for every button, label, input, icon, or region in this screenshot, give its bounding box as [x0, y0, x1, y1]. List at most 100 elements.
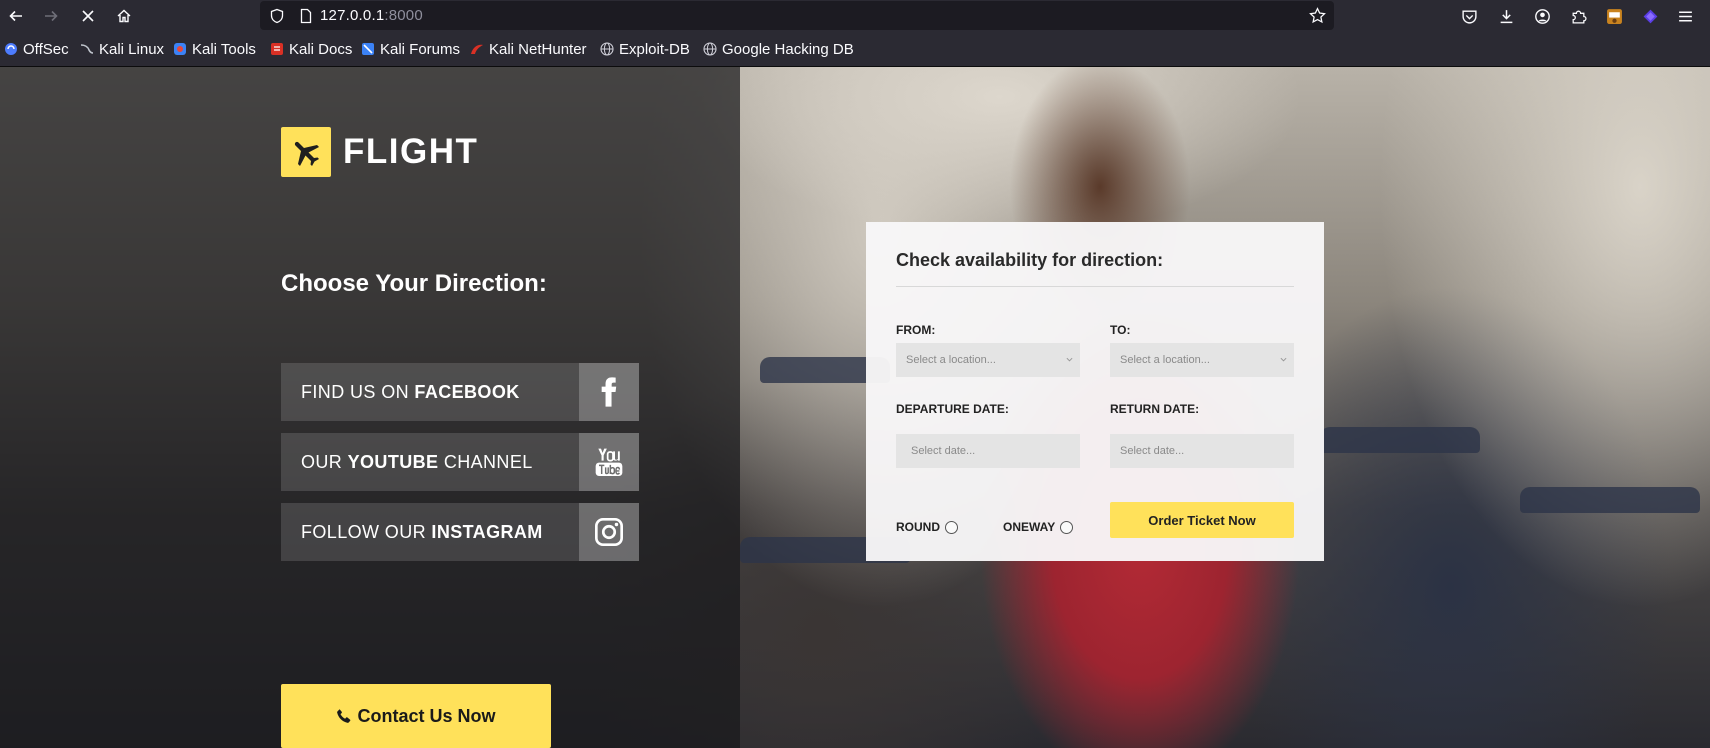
date-placeholder: Select date...: [911, 445, 976, 457]
round-label: ROUND: [896, 520, 940, 534]
return-date-label: RETURN DATE:: [1110, 402, 1200, 416]
youtube-icon-box: [579, 433, 639, 491]
soc-extension-icon: [1606, 8, 1622, 24]
bookmark-exploit-db[interactable]: Exploit-DB: [600, 40, 690, 58]
forward-button[interactable]: [39, 4, 63, 28]
bookmark-star-icon[interactable]: [1309, 7, 1326, 24]
soc-extension-button[interactable]: [1603, 5, 1625, 27]
bookmark-label: Kali Linux: [99, 40, 165, 58]
date-placeholder: Select date...: [1120, 445, 1185, 457]
bookmark-label: Kali Forums: [380, 40, 461, 58]
hamburger-menu-icon: [1678, 10, 1692, 22]
pocket-button[interactable]: [1458, 5, 1480, 27]
kali-tools-icon: [174, 43, 186, 55]
background-seat: [1520, 487, 1700, 513]
bookmark-google-hacking-db[interactable]: Google Hacking DB: [703, 40, 854, 58]
bookmark-label: OffSec: [23, 40, 69, 58]
bookmark-offsec[interactable]: OffSec: [4, 40, 69, 58]
bookmark-kali-docs[interactable]: Kali Docs: [270, 40, 352, 58]
browser-toolbar: 127.0.0.1:8000: [0, 0, 1710, 31]
account-button[interactable]: [1531, 5, 1553, 27]
pocket-icon: [1461, 9, 1477, 24]
contact-button-label: Contact Us Now: [357, 705, 496, 726]
return-date-input[interactable]: Select date...: [1110, 434, 1294, 468]
airplane-icon: [294, 141, 320, 167]
bookmark-kali-nethunter[interactable]: Kali NetHunter: [470, 40, 587, 58]
shield-icon[interactable]: [269, 8, 285, 24]
purple-extension-button[interactable]: [1639, 5, 1661, 27]
facebook-link[interactable]: FIND US ON FACEBOOK: [281, 363, 639, 421]
to-label: TO:: [1110, 323, 1131, 337]
instagram-link[interactable]: FOLLOW OUR INSTAGRAM: [281, 503, 639, 561]
kali-forums-icon: [362, 43, 374, 55]
arrow-left-icon: [9, 10, 22, 22]
close-icon: [82, 10, 94, 22]
chevron-down-icon: [1280, 357, 1287, 362]
youtube-link[interactable]: OUR YOUTUBE CHANNEL: [281, 433, 639, 491]
home-icon: [117, 9, 131, 23]
availability-form: Check availability for direction: FROM: …: [866, 222, 1324, 561]
oneway-label: ONEWAY: [1003, 520, 1056, 534]
extensions-button[interactable]: [1567, 5, 1589, 27]
nethunter-icon: [471, 44, 483, 54]
facebook-icon: [601, 377, 617, 407]
departure-date-input[interactable]: Select date...: [896, 434, 1080, 468]
globe-icon: [703, 42, 717, 56]
hero-section: FLIGHT Choose Your Direction: FIND US ON…: [0, 67, 1710, 748]
form-title: Check availability for direction:: [896, 250, 1164, 270]
to-location-select[interactable]: Select a location...: [1110, 343, 1294, 377]
facebook-link-text: FIND US ON FACEBOOK: [281, 363, 579, 421]
stop-loading-button[interactable]: [76, 4, 100, 28]
url-port: :8000: [384, 7, 423, 24]
round-trip-option[interactable]: ROUND: [896, 520, 958, 534]
phone-icon: [337, 709, 351, 723]
page-info-icon[interactable]: [298, 8, 314, 24]
extension-gem-icon: [1643, 9, 1657, 23]
bookmark-label: Kali Docs: [289, 40, 353, 58]
url-bar[interactable]: 127.0.0.1:8000: [260, 1, 1334, 30]
chevron-down-icon: [1066, 357, 1073, 362]
order-ticket-button[interactable]: Order Ticket Now: [1110, 502, 1294, 538]
link-text-suffix: CHANNEL: [443, 451, 533, 472]
site-logo[interactable]: FLIGHT: [281, 127, 478, 177]
round-radio[interactable]: [945, 520, 958, 534]
link-text-prefix: OUR: [301, 451, 343, 472]
select-placeholder: Select a location...: [906, 354, 996, 366]
puzzle-icon: [1572, 10, 1587, 24]
bookmark-kali-linux[interactable]: Kali Linux: [80, 40, 164, 58]
back-button[interactable]: [4, 4, 28, 28]
url-host: 127.0.0.1: [320, 7, 385, 24]
bookmark-label: Kali Tools: [192, 40, 256, 58]
home-button[interactable]: [112, 4, 136, 28]
bookmark-kali-tools[interactable]: Kali Tools: [173, 40, 256, 58]
offsec-icon: [5, 43, 17, 55]
url-text[interactable]: 127.0.0.1:8000: [320, 7, 423, 24]
downloads-button[interactable]: [1495, 5, 1517, 27]
link-text-bold: INSTAGRAM: [431, 521, 543, 542]
menu-button[interactable]: [1674, 5, 1696, 27]
globe-icon: [600, 42, 614, 56]
oneway-option[interactable]: ONEWAY: [1003, 520, 1074, 534]
link-text-bold: YOUTUBE: [347, 451, 439, 472]
bookmarks-bar: OffSec Kali Linux Kali Tools Kali Docs K…: [0, 31, 1710, 67]
link-text-prefix: FIND US ON: [301, 381, 410, 402]
oneway-radio[interactable]: [1060, 520, 1074, 534]
facebook-icon-box: [579, 363, 639, 421]
bookmark-kali-forums[interactable]: Kali Forums: [361, 40, 460, 58]
youtube-link-text: OUR YOUTUBE CHANNEL: [281, 433, 579, 491]
link-text-prefix: FOLLOW OUR: [301, 521, 427, 542]
download-icon: [1500, 9, 1512, 23]
link-text-bold: FACEBOOK: [414, 381, 520, 402]
bookmark-label: Exploit-DB: [619, 40, 690, 58]
account-icon: [1534, 8, 1550, 24]
instagram-icon: [595, 518, 623, 546]
instagram-link-text: FOLLOW OUR INSTAGRAM: [281, 503, 579, 561]
from-location-select[interactable]: Select a location...: [896, 343, 1080, 377]
order-button-label: Order Ticket Now: [1148, 512, 1256, 528]
direction-heading: Choose Your Direction:: [281, 270, 547, 297]
arrow-right-icon: [45, 10, 58, 22]
background-seat: [1320, 427, 1480, 453]
from-label: FROM:: [896, 323, 936, 337]
contact-us-button[interactable]: Contact Us Now: [281, 684, 551, 748]
bookmark-label: Google Hacking DB: [722, 40, 854, 58]
